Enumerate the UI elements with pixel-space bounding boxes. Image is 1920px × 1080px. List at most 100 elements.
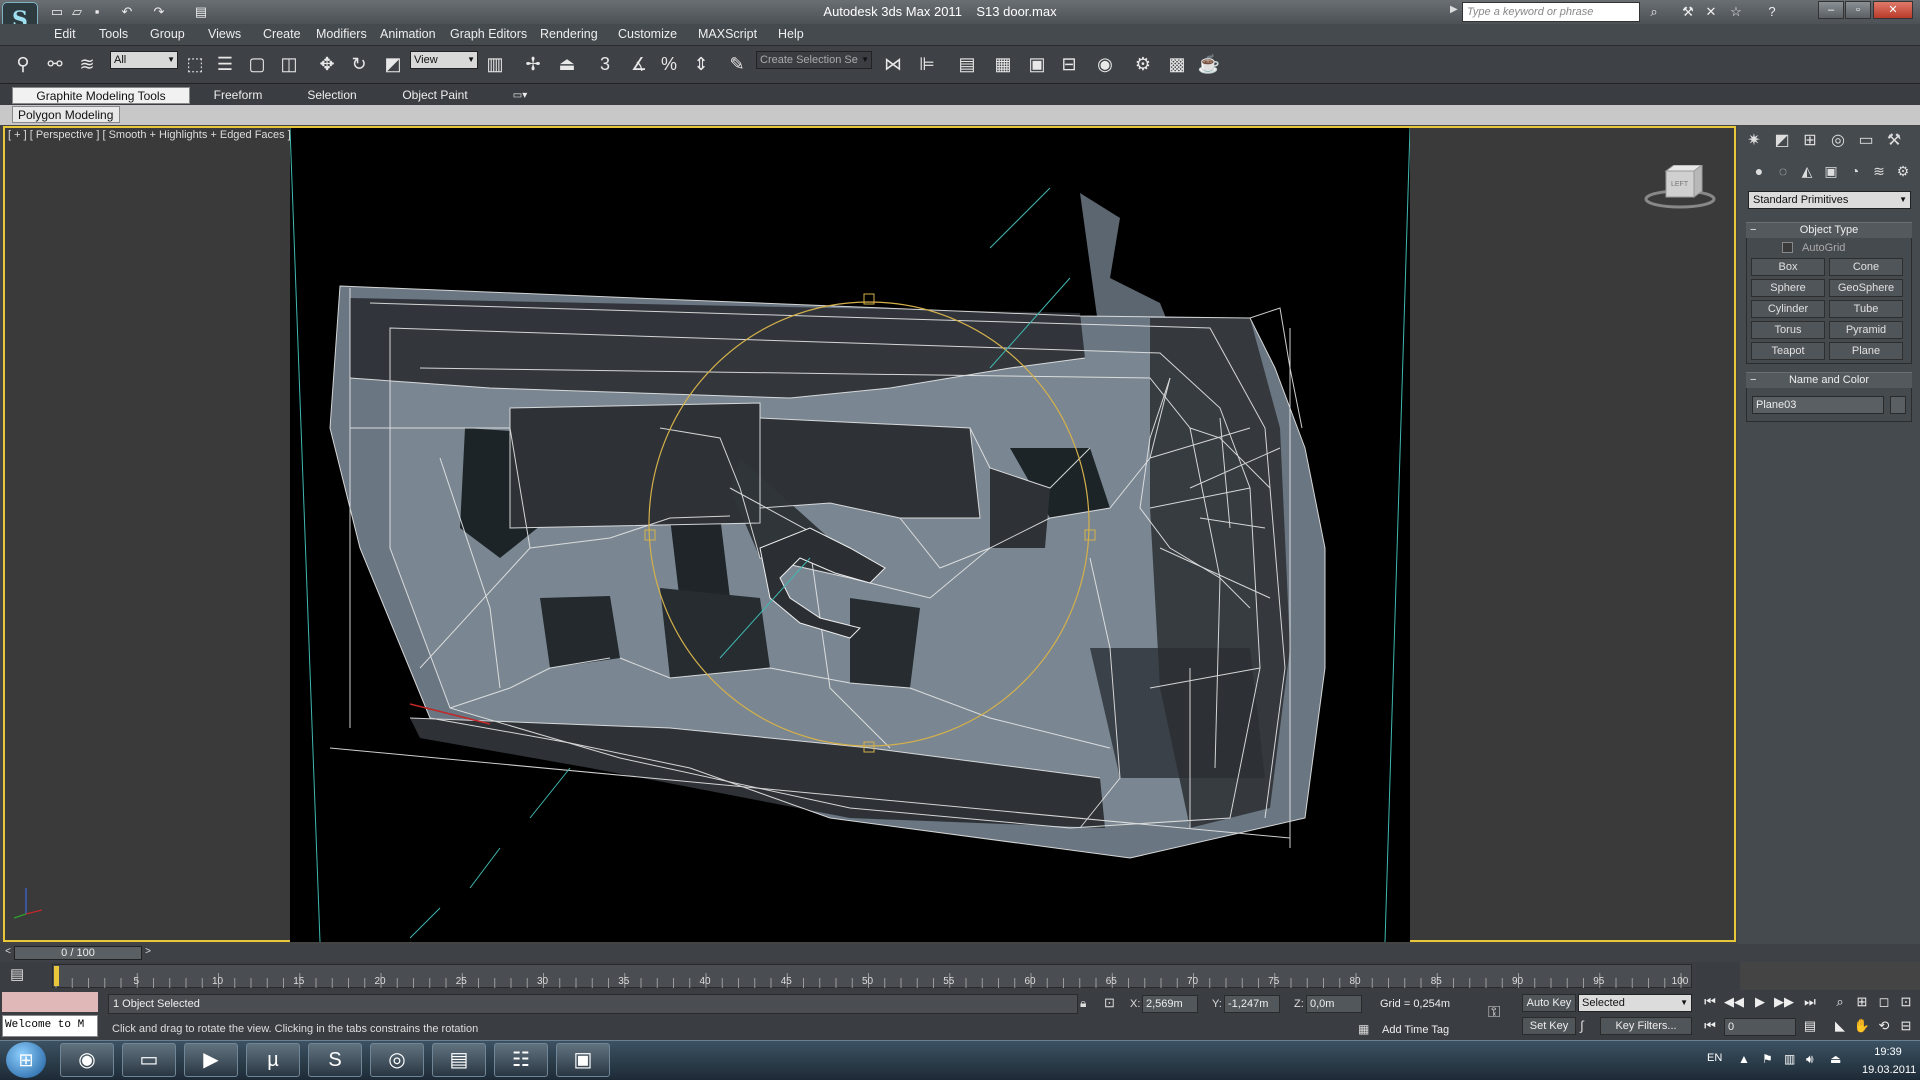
ribbon-options-icon[interactable]: ▭▾	[508, 87, 532, 104]
polygon-modeling-panel[interactable]: Polygon Modeling	[12, 106, 120, 123]
select-and-scale-icon[interactable]: ◩	[380, 50, 406, 78]
object-color-swatch[interactable]	[1890, 396, 1906, 414]
material-editor-icon[interactable]: ◉	[1092, 50, 1118, 78]
select-manipulate-icon[interactable]: ✢	[520, 50, 546, 78]
close-button[interactable]: ✕	[1873, 1, 1913, 19]
selection-lock-icon[interactable]: 🔒︎	[1080, 996, 1086, 1011]
create-tab-icon[interactable]: ✷	[1742, 130, 1766, 152]
tab-selection[interactable]: Selection	[290, 87, 374, 104]
default-in-out-tangents-icon[interactable]: ∫	[1580, 1018, 1584, 1033]
time-tag-icon[interactable]: ▦	[1358, 1022, 1369, 1036]
save-file-icon[interactable]: ▪	[88, 3, 106, 20]
select-and-move-icon[interactable]: ✥	[314, 50, 340, 78]
field-of-view-icon[interactable]: ◣	[1830, 1018, 1850, 1036]
menu-views[interactable]: Views	[208, 27, 241, 43]
open-file-icon[interactable]: ▱	[68, 3, 86, 20]
plane-button[interactable]: Plane	[1829, 342, 1903, 360]
utilities-tab-icon[interactable]: ⚒	[1882, 130, 1906, 152]
pivot-center-icon[interactable]: ▥	[482, 50, 508, 78]
set-keys-key-icon[interactable]: ⚿	[1488, 1004, 1500, 1022]
clock-time[interactable]: 19:39	[1862, 1046, 1914, 1058]
systems-icon[interactable]: ⚙	[1892, 163, 1914, 183]
curve-editor-icon[interactable]: ▣	[1024, 50, 1050, 78]
menu-graph-editors[interactable]: Graph Editors	[450, 27, 527, 43]
menu-maxscript[interactable]: MAXScript	[698, 27, 757, 43]
pan-view-icon[interactable]: ✋	[1852, 1018, 1872, 1036]
reference-coordinate-dropdown[interactable]: View	[410, 51, 478, 69]
tube-button[interactable]: Tube	[1829, 300, 1903, 318]
search-input[interactable]: Type a keyword or phrase	[1462, 2, 1640, 22]
rendered-frame-window-icon[interactable]: ▩	[1164, 50, 1190, 78]
start-button[interactable]: ⊞	[6, 1042, 46, 1078]
media-player-icon[interactable]: ▶	[184, 1043, 238, 1077]
lights-icon[interactable]: ◭	[1796, 163, 1818, 183]
selection-filter-dropdown[interactable]: All	[110, 51, 178, 69]
menu-customize[interactable]: Customize	[618, 27, 677, 43]
angle-snap-icon[interactable]: ∡	[626, 50, 652, 78]
network-tray-icon[interactable]: ▥	[1784, 1052, 1795, 1066]
current-frame-input[interactable]: 0	[1724, 1018, 1796, 1036]
display-tab-icon[interactable]: ▭	[1854, 130, 1878, 152]
rectangular-selection-icon[interactable]: ▢	[244, 50, 270, 78]
window-crossing-icon[interactable]: ◫	[276, 50, 302, 78]
volume-icon[interactable]: 🔊︎	[1806, 1052, 1814, 1067]
play-icon[interactable]: ▶	[1750, 994, 1770, 1012]
clock-date[interactable]: 19.03.2011	[1862, 1064, 1916, 1076]
spinner-snap-icon[interactable]: ⇕	[688, 50, 714, 78]
geometry-icon[interactable]: ●	[1748, 163, 1770, 183]
menu-help[interactable]: Help	[778, 27, 804, 43]
auto-key-button[interactable]: Auto Key	[1522, 994, 1576, 1012]
align-icon[interactable]: ⊫	[914, 50, 940, 78]
absolute-mode-icon[interactable]: ⊡	[1104, 995, 1115, 1011]
teapot-button[interactable]: Teapot	[1751, 342, 1825, 360]
menu-edit[interactable]: Edit	[54, 27, 76, 43]
zoom-extents-icon[interactable]: ◻	[1874, 994, 1894, 1012]
helpers-icon[interactable]: ◔	[1844, 163, 1866, 183]
motion-tab-icon[interactable]: ◎	[1826, 130, 1850, 152]
minimize-button[interactable]: –	[1818, 1, 1844, 19]
shapes-icon[interactable]: ◌	[1772, 163, 1794, 183]
named-selection-set-dropdown[interactable]: Create Selection Se	[756, 51, 872, 69]
redo-icon[interactable]: ↷	[150, 3, 168, 20]
cone-button[interactable]: Cone	[1829, 258, 1903, 276]
maxscript-listener-output[interactable]	[2, 992, 98, 1012]
key-selection-set-dropdown[interactable]: Selected	[1578, 994, 1692, 1012]
schematic-view-icon[interactable]: ⊟	[1056, 50, 1082, 78]
subscription-icon[interactable]: ⚒	[1677, 3, 1699, 21]
display-settings-icon[interactable]: ▣	[556, 1043, 610, 1077]
graphite-toggle-icon[interactable]: ▦	[990, 50, 1016, 78]
select-and-link-icon[interactable]: ⚲	[10, 50, 36, 78]
unlink-icon[interactable]: ⚯	[42, 50, 68, 78]
select-and-rotate-icon[interactable]: ↻	[346, 50, 372, 78]
primitive-category-dropdown[interactable]: Standard Primitives	[1748, 191, 1911, 209]
autogrid-checkbox[interactable]	[1782, 242, 1793, 253]
go-to-end-icon[interactable]: ⏭	[1800, 994, 1820, 1012]
zoom-all-icon[interactable]: ⊞	[1852, 994, 1872, 1012]
go-to-start-icon[interactable]: ⏮	[1700, 994, 1720, 1012]
menu-modifiers[interactable]: Modifiers	[316, 27, 367, 43]
y-coord-input[interactable]: -1,247m	[1224, 995, 1280, 1013]
favorites-star-icon[interactable]: ☆	[1725, 3, 1747, 21]
z-coord-input[interactable]: 0,0m	[1306, 995, 1362, 1013]
time-configuration-icon[interactable]: ▤	[1800, 1018, 1820, 1036]
pyramid-button[interactable]: Pyramid	[1829, 321, 1903, 339]
render-setup-icon[interactable]: ⚙	[1130, 50, 1156, 78]
new-file-icon[interactable]: ▭	[48, 3, 66, 20]
utorrent-icon[interactable]: µ	[246, 1043, 300, 1077]
name-and-color-rollout-header[interactable]: Name and Color	[1746, 372, 1912, 388]
action-center-flag-icon[interactable]: ⚑	[1762, 1052, 1773, 1066]
undo-icon[interactable]: ↶	[118, 3, 136, 20]
tab-object-paint[interactable]: Object Paint	[390, 87, 480, 104]
key-filters-button[interactable]: Key Filters...	[1600, 1017, 1692, 1035]
space-warps-icon[interactable]: ≋	[1868, 163, 1890, 183]
box-button[interactable]: Box	[1751, 258, 1825, 276]
tab-freeform[interactable]: Freeform	[200, 87, 276, 104]
expand-search-icon[interactable]: ▶	[1450, 4, 1458, 15]
firefox-icon[interactable]: ◉	[60, 1043, 114, 1077]
zoom-extents-all-icon[interactable]: ⊡	[1896, 994, 1916, 1012]
zoom-icon[interactable]: ⌕	[1830, 994, 1850, 1012]
cameras-icon[interactable]: ▣	[1820, 163, 1842, 183]
maximize-viewport-icon[interactable]: ⊟	[1896, 1018, 1916, 1036]
time-slider-thumb[interactable]: 0 / 100	[14, 946, 142, 960]
keyboard-shortcut-override-icon[interactable]: ⏏	[554, 50, 580, 78]
